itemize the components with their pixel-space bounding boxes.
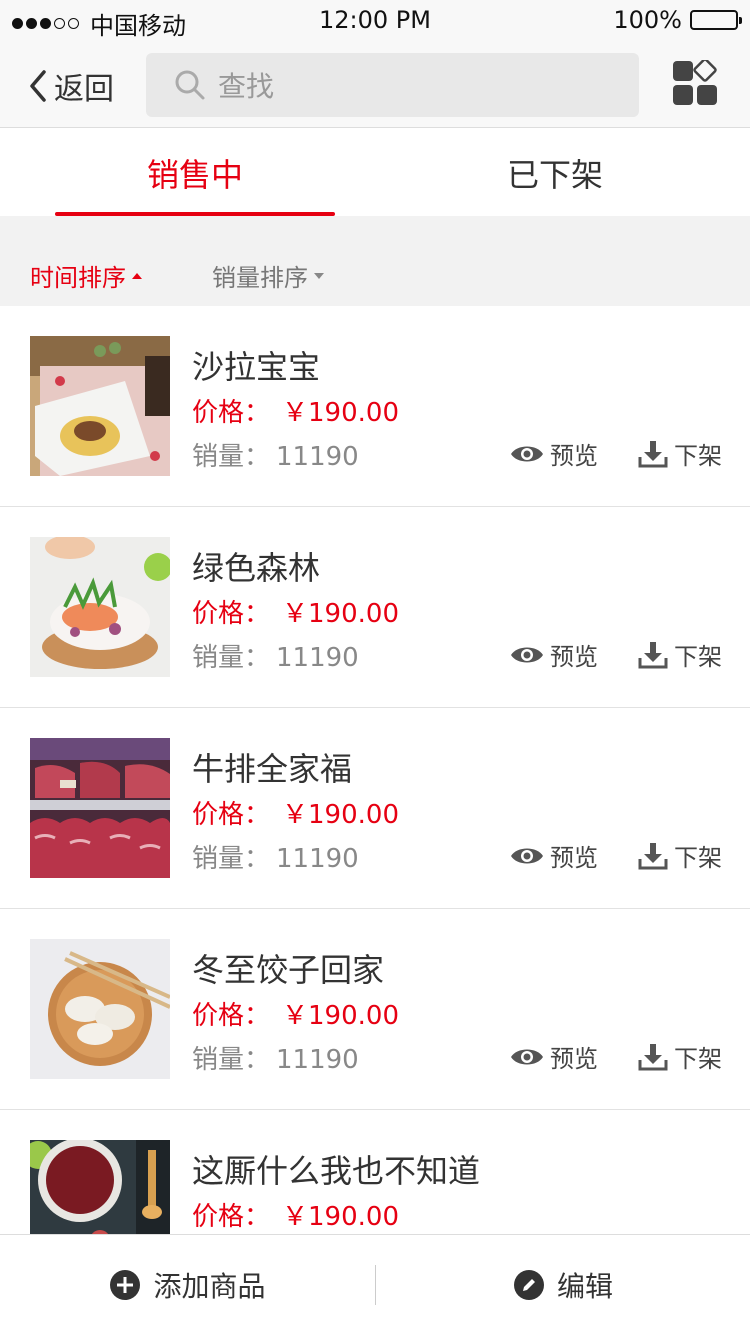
sort-by-time-label: 时间排序 — [30, 264, 126, 292]
sales-value: 11190 — [276, 1045, 359, 1075]
product-item[interactable]: 冬至饺子回家 价格： ￥190.00 销量： 11190 预览 下架 — [0, 909, 750, 1110]
off-shelf-label: 下架 — [674, 844, 722, 872]
price-label: 价格： — [192, 800, 271, 830]
sort-down-icon — [314, 272, 324, 279]
chevron-left-icon — [30, 70, 46, 102]
product-sales: 销量： 11190 — [192, 838, 359, 875]
off-shelf-button[interactable]: 下架 — [638, 436, 722, 471]
product-image-salad[interactable] — [30, 336, 170, 476]
back-button[interactable]: 返回 — [28, 64, 114, 108]
product-name: 冬至饺子回家 — [192, 951, 385, 989]
price-value: ￥190.00 — [282, 398, 399, 428]
plus-circle-icon — [110, 1270, 141, 1300]
apps-grid-icon[interactable] — [672, 60, 718, 106]
product-item[interactable]: 这厮什么我也不知道 价格： ￥190.00 — [0, 1110, 750, 1234]
product-image-steak[interactable] — [30, 738, 170, 878]
pencil-circle-icon — [513, 1270, 544, 1300]
sort-by-time[interactable]: 时间排序 — [30, 258, 142, 293]
eye-icon — [511, 647, 543, 662]
eye-icon — [511, 446, 543, 461]
edit-label: 编辑 — [556, 1270, 613, 1303]
product-name: 绿色森林 — [192, 549, 321, 587]
product-price: 价格： ￥190.00 — [192, 995, 399, 1032]
back-label: 返回 — [54, 72, 114, 107]
product-price: 价格： ￥190.00 — [192, 1196, 399, 1233]
battery-status: 100% — [613, 6, 742, 34]
edit-button[interactable]: 编辑 — [376, 1235, 750, 1334]
preview-button[interactable]: 预览 — [510, 1039, 598, 1074]
product-sales: 销量： 11190 — [192, 436, 359, 473]
eye-icon — [511, 1049, 543, 1064]
product-price: 价格： ￥190.00 — [192, 794, 399, 831]
nav-bar: 返回 查找 — [0, 40, 750, 128]
tab-bar: 销售中 已下架 — [0, 128, 750, 216]
off-shelf-button[interactable]: 下架 — [638, 1039, 722, 1074]
product-price: 价格： ￥190.00 — [192, 593, 399, 630]
price-value: ￥190.00 — [282, 1202, 399, 1232]
search-icon — [175, 70, 205, 100]
product-name: 沙拉宝宝 — [192, 348, 321, 386]
off-shelf-label: 下架 — [674, 643, 722, 671]
product-price: 价格： ￥190.00 — [192, 392, 399, 429]
product-name: 牛排全家福 — [192, 750, 353, 788]
price-label: 价格： — [192, 1001, 271, 1031]
download-icon — [638, 842, 668, 869]
product-item[interactable]: 牛排全家福 价格： ￥190.00 销量： 11190 预览 下架 — [0, 708, 750, 909]
product-sales: 销量： 11190 — [192, 637, 359, 674]
off-shelf-label: 下架 — [674, 442, 722, 470]
battery-icon — [690, 10, 742, 30]
product-list: 沙拉宝宝 价格： ￥190.00 销量： 11190 预览 下架 绿色森林 价格… — [0, 306, 750, 1234]
preview-button[interactable]: 预览 — [510, 436, 598, 471]
price-value: ￥190.00 — [282, 1001, 399, 1031]
product-image-dumplings[interactable] — [30, 939, 170, 1079]
download-icon — [638, 440, 668, 467]
add-product-label: 添加商品 — [153, 1270, 266, 1303]
price-value: ￥190.00 — [282, 800, 399, 830]
product-item[interactable]: 绿色森林 价格： ￥190.00 销量： 11190 预览 下架 — [0, 507, 750, 708]
product-item[interactable]: 沙拉宝宝 价格： ￥190.00 销量： 11190 预览 下架 — [0, 306, 750, 507]
product-image-drink[interactable] — [30, 1140, 170, 1234]
price-label: 价格： — [192, 599, 271, 629]
status-bar: 中国移动 12:00 PM 100% — [0, 0, 750, 40]
sales-value: 11190 — [276, 442, 359, 472]
download-icon — [638, 1043, 668, 1070]
product-sales: 销量： 11190 — [192, 1039, 359, 1076]
sales-label: 销量： — [192, 1045, 271, 1075]
sales-label: 销量： — [192, 442, 271, 472]
price-label: 价格： — [192, 1202, 271, 1232]
off-shelf-label: 下架 — [674, 1045, 722, 1073]
preview-button[interactable]: 预览 — [510, 838, 598, 873]
download-icon — [638, 641, 668, 668]
preview-label: 预览 — [550, 442, 598, 470]
sort-by-sales[interactable]: 销量排序 — [212, 258, 324, 293]
sales-value: 11190 — [276, 844, 359, 874]
tab-off-shelf[interactable]: 已下架 — [415, 128, 695, 216]
preview-label: 预览 — [550, 643, 598, 671]
sort-by-sales-label: 销量排序 — [212, 264, 308, 292]
sort-bar: 时间排序 销量排序 — [0, 216, 750, 306]
off-shelf-button[interactable]: 下架 — [638, 637, 722, 672]
battery-percent: 100% — [613, 6, 682, 34]
search-input[interactable]: 查找 — [146, 53, 639, 117]
preview-button[interactable]: 预览 — [510, 637, 598, 672]
preview-label: 预览 — [550, 844, 598, 872]
product-name: 这厮什么我也不知道 — [192, 1152, 481, 1190]
sales-value: 11190 — [276, 643, 359, 673]
bottom-toolbar: 添加商品 编辑 — [0, 1234, 750, 1334]
price-label: 价格： — [192, 398, 271, 428]
eye-icon — [511, 848, 543, 863]
preview-label: 预览 — [550, 1045, 598, 1073]
search-placeholder: 查找 — [218, 70, 275, 103]
sales-label: 销量： — [192, 643, 271, 673]
off-shelf-button[interactable]: 下架 — [638, 838, 722, 873]
add-product-button[interactable]: 添加商品 — [0, 1235, 375, 1334]
tab-on-sale[interactable]: 销售中 — [55, 128, 335, 216]
price-value: ￥190.00 — [282, 599, 399, 629]
sort-up-icon — [132, 272, 142, 279]
sales-label: 销量： — [192, 844, 271, 874]
product-image-green-forest[interactable] — [30, 537, 170, 677]
